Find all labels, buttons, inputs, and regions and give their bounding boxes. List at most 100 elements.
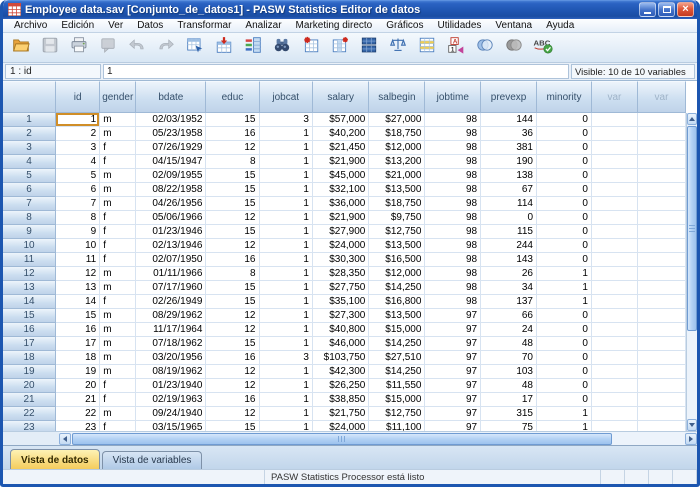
cell-educ-row19[interactable]: 12 [206, 365, 259, 379]
cell-jobtime-row7[interactable]: 98 [425, 197, 481, 211]
cell-var-row8[interactable] [592, 211, 638, 225]
menu-ayuda[interactable]: Ayuda [539, 19, 581, 32]
cell-gender-row23[interactable]: f [100, 421, 136, 431]
cell-minority-row8[interactable]: 0 [537, 211, 592, 225]
cell-bdate-row3[interactable]: 07/26/1929 [136, 141, 206, 155]
cell-educ-row3[interactable]: 12 [206, 141, 259, 155]
cell-educ-row13[interactable]: 15 [206, 281, 259, 295]
cell-educ-row5[interactable]: 15 [206, 169, 259, 183]
cell-var-row11[interactable] [638, 253, 686, 267]
cell-var-row13[interactable] [592, 281, 638, 295]
cell-prevexp-row10[interactable]: 244 [481, 239, 537, 253]
scroll-up-button[interactable] [687, 113, 697, 125]
use-variable-sets-button[interactable] [471, 35, 499, 61]
cell-jobcat-row12[interactable]: 1 [260, 267, 313, 281]
cell-var-row10[interactable] [638, 239, 686, 253]
cell-salbegin-row15[interactable]: $13,500 [369, 309, 425, 323]
cell-salbegin-row9[interactable]: $12,750 [369, 225, 425, 239]
cell-var-row1[interactable] [638, 113, 686, 127]
cell-jobtime-row13[interactable]: 98 [425, 281, 481, 295]
cell-gender-row11[interactable]: f [100, 253, 136, 267]
tab-vista-de-datos[interactable]: Vista de datos [10, 449, 100, 469]
cell-id-row18[interactable]: 18 [56, 351, 100, 365]
row-header-6[interactable]: 6 [3, 183, 56, 197]
cell-var-row16[interactable] [592, 323, 638, 337]
cell-bdate-row2[interactable]: 05/23/1958 [136, 127, 206, 141]
cell-bdate-row18[interactable]: 03/20/1956 [136, 351, 206, 365]
cell-salbegin-row4[interactable]: $13,200 [369, 155, 425, 169]
grid-corner-cell[interactable] [3, 81, 56, 113]
cell-id-row23[interactable]: 23 [56, 421, 100, 431]
cell-minority-row10[interactable]: 0 [537, 239, 592, 253]
cell-jobcat-row21[interactable]: 1 [260, 393, 313, 407]
row-header-23[interactable]: 23 [3, 421, 56, 431]
row-header-5[interactable]: 5 [3, 169, 56, 183]
cell-salbegin-row11[interactable]: $16,500 [369, 253, 425, 267]
cell-editor-input[interactable] [103, 64, 569, 79]
cell-bdate-row15[interactable]: 08/29/1962 [136, 309, 206, 323]
cell-jobcat-row15[interactable]: 1 [260, 309, 313, 323]
cell-minority-row22[interactable]: 1 [537, 407, 592, 421]
cell-prevexp-row6[interactable]: 67 [481, 183, 537, 197]
cell-var-row5[interactable] [638, 169, 686, 183]
cell-jobcat-row5[interactable]: 1 [260, 169, 313, 183]
cell-salbegin-row18[interactable]: $27,510 [369, 351, 425, 365]
cell-gender-row1[interactable]: m [100, 113, 136, 127]
cell-var-row18[interactable] [592, 351, 638, 365]
cell-jobcat-row22[interactable]: 1 [260, 407, 313, 421]
cell-prevexp-row15[interactable]: 66 [481, 309, 537, 323]
row-header-1[interactable]: 1 [3, 113, 56, 127]
variables-button[interactable] [239, 35, 267, 61]
cell-educ-row21[interactable]: 16 [206, 393, 259, 407]
cell-minority-row18[interactable]: 0 [537, 351, 592, 365]
vertical-scrollbar[interactable] [686, 113, 697, 431]
cell-jobcat-row23[interactable]: 1 [260, 421, 313, 431]
cell-educ-row6[interactable]: 15 [206, 183, 259, 197]
column-header-bdate[interactable]: bdate [136, 81, 206, 113]
cell-var-row18[interactable] [638, 351, 686, 365]
cell-gender-row7[interactable]: m [100, 197, 136, 211]
cell-jobtime-row10[interactable]: 98 [425, 239, 481, 253]
row-header-7[interactable]: 7 [3, 197, 56, 211]
cell-salary-row22[interactable]: $21,750 [313, 407, 369, 421]
cell-minority-row1[interactable]: 0 [537, 113, 592, 127]
cell-salbegin-row21[interactable]: $15,000 [369, 393, 425, 407]
cell-gender-row9[interactable]: f [100, 225, 136, 239]
menu-analizar[interactable]: Analizar [238, 19, 288, 32]
cell-jobtime-row15[interactable]: 97 [425, 309, 481, 323]
cell-var-row14[interactable] [592, 295, 638, 309]
cell-salary-row5[interactable]: $45,000 [313, 169, 369, 183]
cell-salary-row14[interactable]: $35,100 [313, 295, 369, 309]
maximize-button[interactable] [658, 2, 675, 17]
cell-jobcat-row14[interactable]: 1 [260, 295, 313, 309]
goto-case-button[interactable] [181, 35, 209, 61]
cell-salary-row8[interactable]: $21,900 [313, 211, 369, 225]
cell-var-row23[interactable] [638, 421, 686, 431]
cell-jobcat-row19[interactable]: 1 [260, 365, 313, 379]
cell-var-row9[interactable] [592, 225, 638, 239]
cell-var-row15[interactable] [592, 309, 638, 323]
cell-jobtime-row23[interactable]: 97 [425, 421, 481, 431]
cell-minority-row2[interactable]: 0 [537, 127, 592, 141]
cell-prevexp-row7[interactable]: 114 [481, 197, 537, 211]
cell-var-row22[interactable] [592, 407, 638, 421]
cell-id-row21[interactable]: 21 [56, 393, 100, 407]
cell-prevexp-row17[interactable]: 48 [481, 337, 537, 351]
row-header-17[interactable]: 17 [3, 337, 56, 351]
cell-salbegin-row13[interactable]: $14,250 [369, 281, 425, 295]
column-header-id[interactable]: id [56, 81, 100, 113]
cell-educ-row9[interactable]: 15 [206, 225, 259, 239]
cell-minority-row14[interactable]: 1 [537, 295, 592, 309]
row-header-19[interactable]: 19 [3, 365, 56, 379]
cell-jobtime-row6[interactable]: 98 [425, 183, 481, 197]
cell-id-row17[interactable]: 17 [56, 337, 100, 351]
cell-minority-row20[interactable]: 0 [537, 379, 592, 393]
cell-salbegin-row14[interactable]: $16,800 [369, 295, 425, 309]
menu-edicion[interactable]: Edición [54, 19, 101, 32]
cell-var-row19[interactable] [592, 365, 638, 379]
cell-jobtime-row8[interactable]: 98 [425, 211, 481, 225]
h-scroll-track[interactable] [71, 433, 685, 445]
horizontal-scrollbar[interactable] [59, 432, 697, 445]
cell-salbegin-row8[interactable]: $9,750 [369, 211, 425, 225]
goto-variable-button[interactable] [210, 35, 238, 61]
